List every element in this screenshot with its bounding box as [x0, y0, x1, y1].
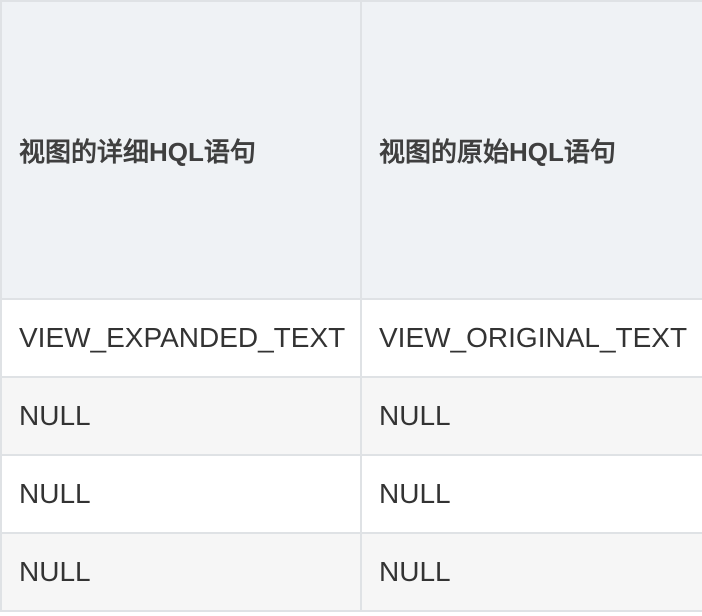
table-cell: NULL: [360, 454, 702, 534]
column-header-expanded-text: 视图的详细HQL语句: [0, 0, 362, 300]
table-body: VIEW_EXPANDED_TEXT VIEW_ORIGINAL_TEXT NU…: [0, 298, 702, 612]
table-cell: NULL: [0, 454, 362, 534]
table-cell: NULL: [0, 376, 362, 456]
table-row: VIEW_EXPANDED_TEXT VIEW_ORIGINAL_TEXT: [0, 298, 702, 378]
table-container: 视图的详细HQL语句 视图的原始HQL语句 VIEW_EXPANDED_TEXT…: [0, 0, 702, 616]
table-cell: NULL: [360, 376, 702, 456]
table-cell: NULL: [360, 532, 702, 612]
table-row: NULL NULL: [0, 376, 702, 456]
data-table: 视图的详细HQL语句 视图的原始HQL语句 VIEW_EXPANDED_TEXT…: [0, 0, 702, 612]
table-row: NULL NULL: [0, 532, 702, 612]
table-cell: NULL: [0, 532, 362, 612]
table-row: NULL NULL: [0, 454, 702, 534]
table-cell: VIEW_ORIGINAL_TEXT: [360, 298, 702, 378]
column-header-original-text: 视图的原始HQL语句: [360, 0, 702, 300]
table-cell: VIEW_EXPANDED_TEXT: [0, 298, 362, 378]
table-header: 视图的详细HQL语句 视图的原始HQL语句: [0, 0, 702, 300]
header-row: 视图的详细HQL语句 视图的原始HQL语句: [0, 0, 702, 300]
